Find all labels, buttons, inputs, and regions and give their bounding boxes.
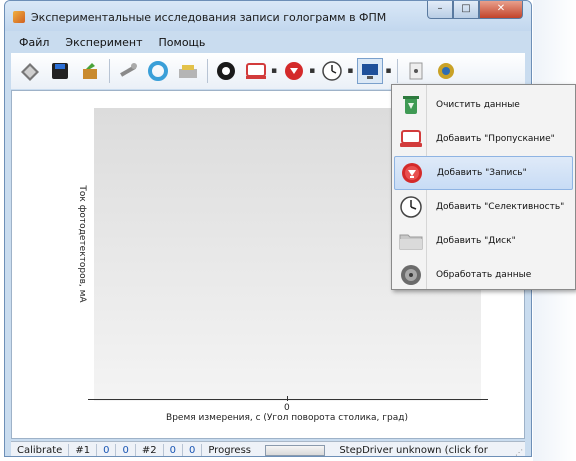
menu-item-add-record[interactable]: Добавить "Запись"	[394, 156, 573, 190]
menu-item-label: Добавить "Селективность"	[436, 202, 565, 212]
y-axis-label: Ток фотодетекторов, мА	[77, 185, 87, 303]
clock-icon	[396, 192, 426, 222]
transmission-dropdown-arrow[interactable]: ▪	[271, 66, 277, 76]
scanner-icon[interactable]	[175, 58, 201, 84]
menu-item-add-selectivity[interactable]: Добавить "Селективность"	[394, 190, 573, 224]
menu-experiment[interactable]: Эксперимент	[57, 34, 150, 52]
menu-help[interactable]: Помощь	[151, 34, 214, 52]
toolbar-separator	[109, 59, 110, 83]
open-file-icon[interactable]	[17, 58, 43, 84]
menu-bar: Файл Эксперимент Помощь	[11, 34, 213, 52]
caption-buttons: – □ ✕	[427, 1, 523, 19]
record-icon[interactable]	[281, 58, 307, 84]
monitor-dropdown-menu: Очистить данные Добавить "Пропускание" Д…	[391, 84, 576, 290]
progress-bar	[265, 444, 326, 456]
network-icon[interactable]	[433, 58, 459, 84]
menu-item-label: Обработать данные	[436, 270, 532, 280]
folder-icon	[396, 226, 426, 256]
menu-item-clear-data[interactable]: Очистить данные	[394, 88, 573, 122]
status-bar: Calibrate #1 0 0 #2 0 0 Progress StepDri…	[11, 441, 525, 457]
monitor-icon[interactable]	[357, 58, 384, 84]
save-disk-icon[interactable]	[47, 58, 73, 84]
gear-icon[interactable]	[213, 58, 239, 84]
stepdriver-status[interactable]: StepDriver unknown (click for check)	[333, 444, 525, 457]
clock-icon[interactable]	[319, 58, 345, 84]
toolbar-separator	[397, 59, 399, 83]
channel1-value-b: 0	[116, 443, 136, 456]
transmission-icon[interactable]	[243, 58, 269, 84]
window-title: Экспериментальные исследования записи го…	[31, 11, 387, 24]
process-icon	[396, 260, 426, 290]
channel2-value-b: 0	[183, 443, 203, 456]
menu-item-label: Добавить "Пропускание"	[436, 134, 555, 144]
record-icon	[397, 158, 427, 188]
app-icon	[13, 11, 25, 23]
channel2-label: #2	[136, 443, 164, 456]
x-axis-label: Время измерения, с (Угол поворота столик…	[166, 413, 408, 423]
menu-item-add-disk[interactable]: Добавить "Диск"	[394, 224, 573, 258]
menu-item-label: Очистить данные	[436, 100, 520, 110]
channel2-value-a: 0	[164, 443, 183, 456]
x-tick-label: 0	[284, 403, 290, 413]
minimize-button[interactable]: –	[427, 1, 453, 19]
record-dropdown-arrow[interactable]: ▪	[309, 66, 315, 76]
monitor-dropdown-arrow[interactable]: ▪	[385, 66, 391, 76]
ring-icon[interactable]	[145, 58, 171, 84]
menu-item-label: Добавить "Диск"	[436, 236, 516, 246]
maximize-button[interactable]: □	[453, 1, 479, 19]
toolbar-separator	[207, 59, 208, 83]
menu-item-label: Добавить "Запись"	[437, 168, 527, 178]
menu-item-add-transmission[interactable]: Добавить "Пропускание"	[394, 122, 573, 156]
close-button[interactable]: ✕	[479, 1, 523, 19]
resize-grip-icon[interactable]: ⋰	[515, 448, 523, 456]
document-icon[interactable]	[403, 58, 429, 84]
x-axis-tick	[287, 396, 288, 401]
title-bar[interactable]: Экспериментальные исследования записи го…	[5, 1, 531, 31]
transmission-icon	[396, 124, 426, 154]
trash-icon	[396, 90, 426, 120]
channel1-label: #1	[69, 443, 98, 456]
calibrate-button[interactable]: Calibrate	[11, 443, 70, 456]
menu-item-process-data[interactable]: Обработать данные	[394, 258, 573, 292]
x-axis-line	[88, 399, 488, 400]
tools-icon[interactable]	[115, 58, 141, 84]
package-icon[interactable]	[77, 58, 103, 84]
menu-file[interactable]: Файл	[11, 34, 57, 52]
progress-label: Progress	[208, 444, 252, 456]
clock-dropdown-arrow[interactable]: ▪	[347, 66, 353, 76]
channel1-value-a: 0	[97, 443, 117, 456]
